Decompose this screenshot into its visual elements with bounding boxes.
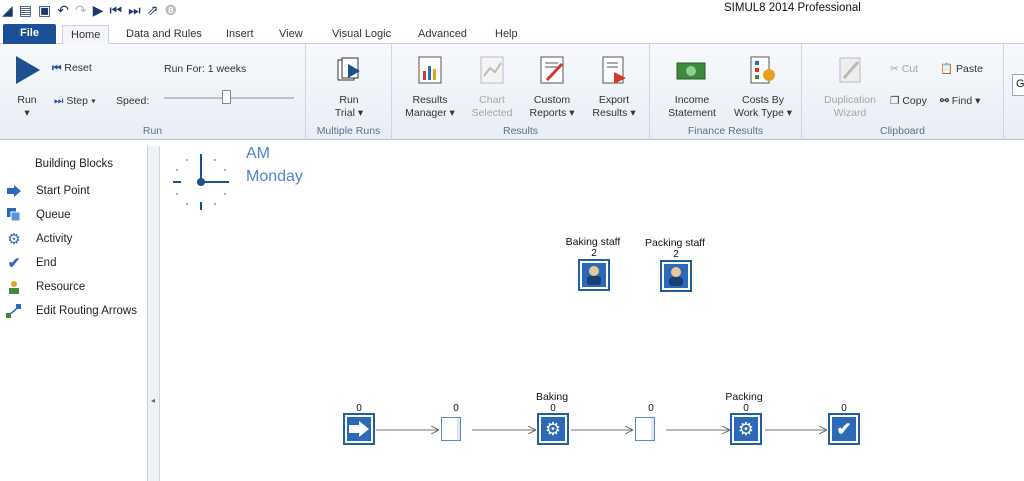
- queue2[interactable]: [635, 417, 655, 441]
- routing-arrows: [376, 0, 1024, 481]
- end-point[interactable]: ✔: [828, 413, 860, 445]
- baking-activity[interactable]: ⚙: [537, 413, 569, 445]
- packing-label: Packing: [725, 391, 763, 403]
- arrow-right-icon: [347, 417, 371, 441]
- gear-icon: ⚙: [541, 417, 565, 441]
- queue1-count: 0: [453, 403, 459, 414]
- gear-icon: ⚙: [734, 417, 758, 441]
- baking-label: Baking: [535, 391, 569, 403]
- checkmark-icon: ✔: [832, 417, 856, 441]
- queue1[interactable]: [441, 417, 461, 441]
- start-point[interactable]: [343, 413, 375, 445]
- packing-activity[interactable]: ⚙: [730, 413, 762, 445]
- queue2-count: 0: [648, 403, 654, 414]
